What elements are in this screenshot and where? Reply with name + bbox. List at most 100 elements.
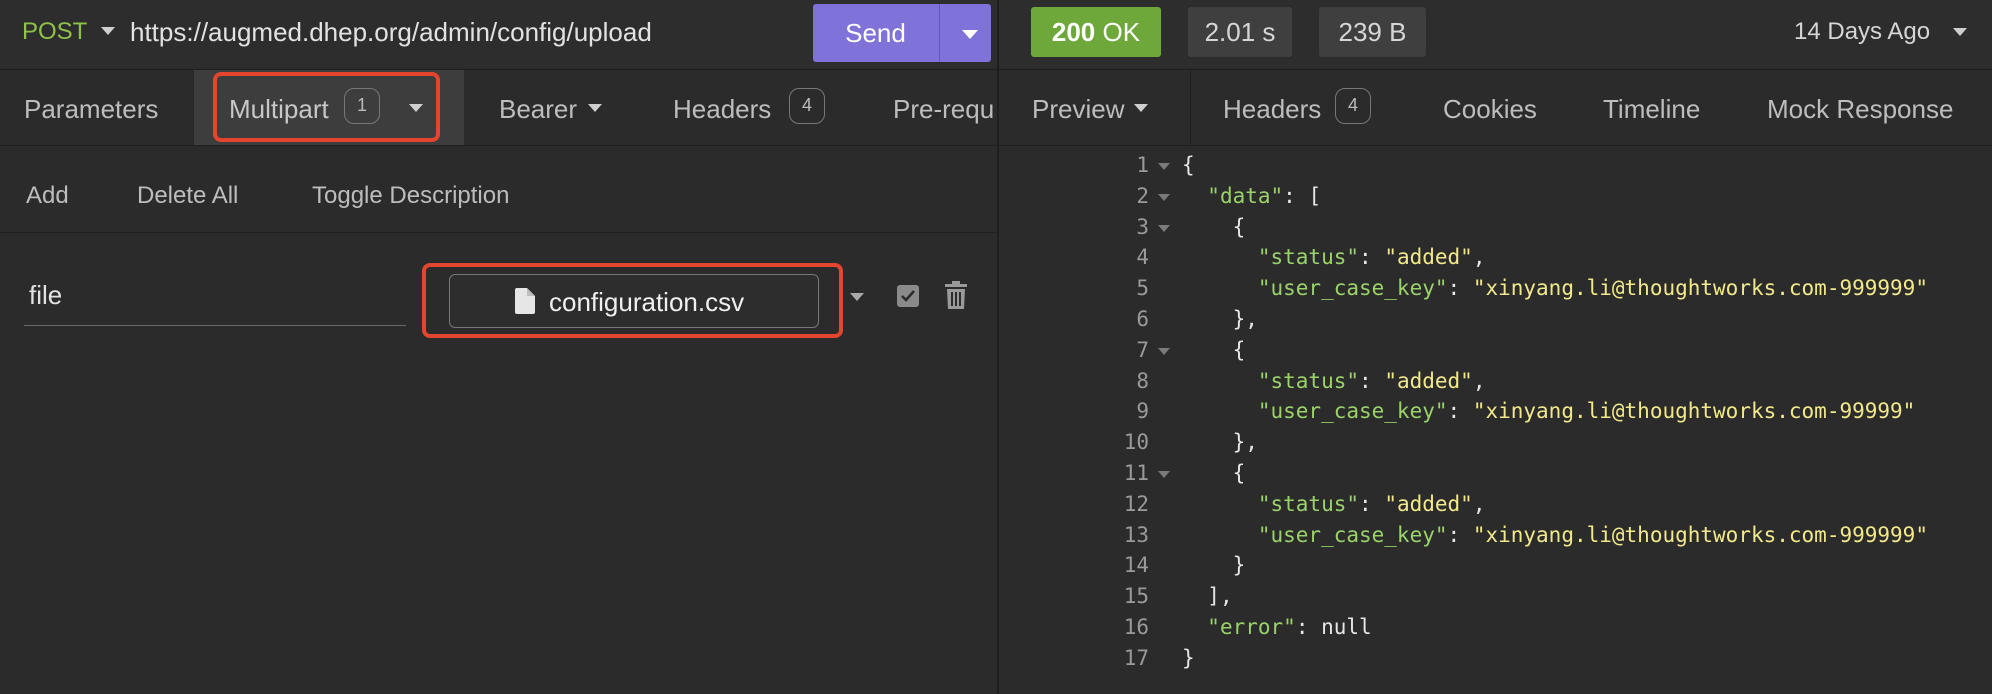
chevron-down-icon[interactable] — [962, 30, 978, 39]
line-number: 10 — [1123, 430, 1149, 455]
json-key: "user_case_key" — [1257, 522, 1448, 547]
code-text: } — [1182, 550, 1246, 581]
divider — [0, 145, 998, 146]
json-string: "xinyang.li@thoughtworks.com-999999" — [1472, 522, 1928, 547]
tab-preview[interactable]: Preview — [1032, 94, 1124, 125]
line-number: 6 — [1136, 306, 1149, 331]
file-select-button[interactable]: configuration.csv — [449, 274, 819, 328]
line-number: 11 — [1123, 460, 1149, 485]
json-key: "data" — [1207, 183, 1284, 208]
chevron-down-icon[interactable] — [1134, 104, 1148, 112]
json-string: "added" — [1384, 491, 1473, 516]
line-number: 13 — [1123, 522, 1149, 547]
line-number: 9 — [1136, 399, 1149, 424]
line-number: 8 — [1136, 368, 1149, 393]
tab-mock-response[interactable]: Mock Response — [1767, 94, 1953, 125]
count-badge: 4 — [789, 88, 825, 124]
history-dropdown[interactable]: 14 Days Ago — [1794, 18, 1930, 46]
line-number: 14 — [1123, 553, 1149, 578]
code-text: "error": null — [1182, 612, 1372, 643]
line-number: 16 — [1123, 614, 1149, 639]
code-text: }, — [1182, 427, 1258, 458]
code-text: "status": "added", — [1182, 366, 1486, 397]
toggle-description-button[interactable]: Toggle Description — [312, 182, 509, 210]
json-string: "added" — [1384, 368, 1473, 393]
code-text: "status": "added", — [1182, 242, 1486, 273]
fold-toggle-icon[interactable] — [1158, 193, 1170, 201]
json-key: "status" — [1257, 491, 1360, 516]
file-icon — [515, 288, 535, 314]
line-number: 4 — [1136, 245, 1149, 270]
checkbox-icon[interactable] — [897, 285, 919, 307]
send-button[interactable]: Send — [813, 4, 938, 62]
json-punctuation: : — [1447, 522, 1473, 547]
json-punctuation: : — [1359, 245, 1385, 270]
divider — [1190, 70, 1191, 145]
fold-toggle-icon[interactable] — [1158, 470, 1170, 478]
json-string: "added" — [1384, 245, 1473, 270]
field-name-input[interactable]: file — [29, 280, 62, 311]
response-status-bar: 200 OK 2.01 s 239 B 14 Days Ago — [999, 0, 1992, 68]
tab-pre-request[interactable]: Pre-requ — [893, 94, 994, 125]
chevron-down-icon[interactable] — [588, 104, 602, 112]
status-code: 200 — [1051, 17, 1096, 47]
tab-headers[interactable]: Headers — [673, 94, 771, 125]
json-punctuation: }, — [1232, 430, 1258, 455]
send-button-group: Send — [813, 4, 991, 62]
add-button[interactable]: Add — [26, 182, 69, 210]
json-punctuation: , — [1472, 491, 1486, 516]
json-key: "user_case_key" — [1257, 276, 1448, 301]
tab-cookies[interactable]: Cookies — [1443, 94, 1537, 125]
line-number: 2 — [1136, 183, 1149, 208]
line-number: 3 — [1136, 214, 1149, 239]
fold-toggle-icon[interactable] — [1158, 347, 1170, 355]
code-text: "user_case_key": "xinyang.li@thoughtwork… — [1182, 396, 1915, 427]
code-text: { — [1182, 150, 1195, 181]
tab-response-headers[interactable]: Headers — [1223, 94, 1321, 125]
fold-toggle-icon[interactable] — [1158, 163, 1170, 170]
chevron-down-icon[interactable] — [1953, 28, 1967, 36]
trash-icon[interactable] — [945, 281, 967, 309]
response-size: 239 B — [1319, 7, 1426, 57]
json-punctuation: { — [1232, 460, 1246, 485]
json-punctuation: { — [1232, 337, 1246, 362]
divider — [0, 69, 998, 70]
line-number: 1 — [1136, 153, 1149, 177]
code-text: "user_case_key": "xinyang.li@thoughtwork… — [1182, 520, 1928, 551]
json-key: "status" — [1257, 368, 1360, 393]
json-punctuation: { — [1232, 214, 1246, 239]
request-pane: POST https://augmed.dhep.org/admin/confi… — [0, 0, 998, 694]
url-input[interactable]: https://augmed.dhep.org/admin/config/upl… — [130, 17, 652, 48]
send-divider — [939, 4, 940, 62]
code-text: "user_case_key": "xinyang.li@thoughtwork… — [1182, 273, 1928, 304]
http-method-selector[interactable]: POST — [22, 18, 87, 46]
highlight-box — [213, 72, 440, 142]
response-pane: 200 OK 2.01 s 239 B 14 Days Ago Preview … — [999, 0, 1992, 694]
fold-toggle-icon[interactable] — [1158, 224, 1170, 232]
json-punctuation: : — [1447, 276, 1473, 301]
code-text: "data": [ — [1182, 181, 1321, 212]
divider — [999, 145, 1992, 146]
json-punctuation: ], — [1207, 584, 1233, 609]
status-badge: 200 OK — [1031, 7, 1161, 57]
tab-parameters[interactable]: Parameters — [24, 94, 158, 125]
json-punctuation: : — [1359, 491, 1385, 516]
json-punctuation: null — [1321, 614, 1372, 639]
chevron-down-icon[interactable] — [850, 293, 864, 301]
code-text: }, — [1182, 304, 1258, 335]
chevron-down-icon[interactable] — [101, 27, 115, 35]
tab-timeline[interactable]: Timeline — [1603, 94, 1700, 125]
field-underline — [24, 325, 406, 326]
json-key: "user_case_key" — [1257, 399, 1448, 424]
code-text: { — [1182, 335, 1246, 366]
delete-all-button[interactable]: Delete All — [137, 182, 238, 210]
json-punctuation: , — [1472, 245, 1486, 270]
json-punctuation: }, — [1232, 306, 1258, 331]
json-string: "xinyang.li@thoughtworks.com-999999" — [1472, 276, 1928, 301]
tab-bearer[interactable]: Bearer — [499, 94, 577, 125]
line-number: 5 — [1136, 276, 1149, 301]
json-punctuation: { — [1182, 153, 1195, 177]
json-punctuation: : — [1447, 399, 1473, 424]
status-text: OK — [1102, 17, 1141, 47]
json-string: "xinyang.li@thoughtworks.com-99999" — [1472, 399, 1916, 424]
